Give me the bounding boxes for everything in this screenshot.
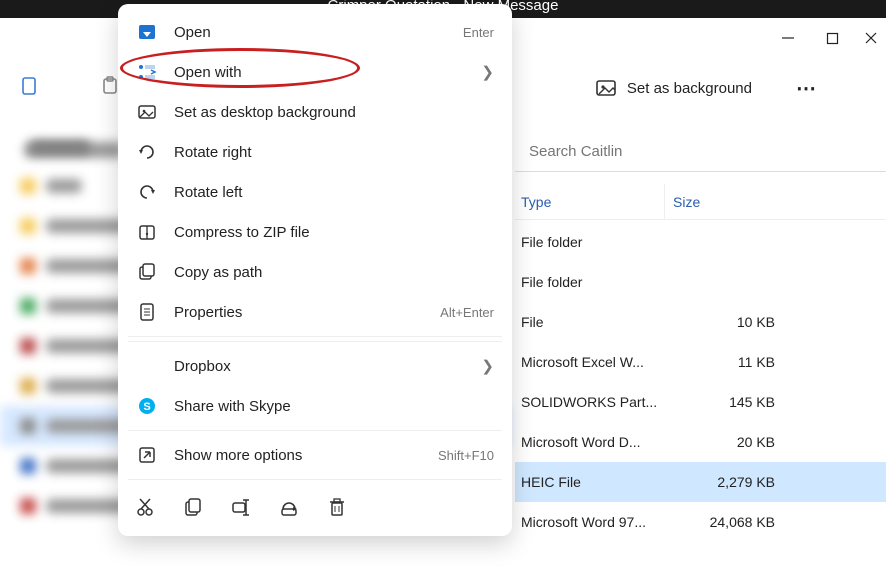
- rename-icon[interactable]: [230, 496, 252, 518]
- window-controls: [766, 22, 886, 54]
- file-row[interactable]: Microsoft Word 97...24,068 KB: [515, 502, 886, 542]
- context-menu: OpenEnterOpen with❯Set as desktop backgr…: [118, 4, 512, 536]
- more-icon: ⋯: [796, 76, 816, 101]
- maximize-button[interactable]: [819, 24, 847, 52]
- copypath-icon: [136, 261, 158, 283]
- column-size[interactable]: Size: [665, 184, 785, 219]
- file-size-cell: 11 KB: [671, 354, 791, 370]
- rot-r-icon: [136, 141, 158, 163]
- file-row[interactable]: HEIC File2,279 KB: [515, 462, 886, 502]
- props-icon: [136, 301, 158, 323]
- set-as-background-label: Set as background: [627, 80, 752, 97]
- file-size-cell: 10 KB: [671, 314, 791, 330]
- ctx-open[interactable]: OpenEnter: [118, 12, 512, 52]
- file-size-cell: 20 KB: [671, 434, 791, 450]
- cut-icon[interactable]: [134, 496, 156, 518]
- ctx-label: Rotate right: [174, 144, 494, 161]
- ctx-more[interactable]: Show more optionsShift+F10: [118, 435, 512, 475]
- delete-icon[interactable]: [326, 496, 348, 518]
- rot-l-icon: [136, 181, 158, 203]
- file-type-cell: Microsoft Excel W...: [521, 354, 671, 370]
- skype-icon: S: [136, 395, 158, 417]
- zip-icon: [136, 221, 158, 243]
- ctx-rot-l[interactable]: Rotate left: [118, 172, 512, 212]
- file-type-cell: File folder: [521, 234, 671, 250]
- file-rows: File folderFile folderFile10 KBMicrosoft…: [515, 222, 886, 542]
- file-row[interactable]: File folder: [515, 222, 886, 262]
- more-icon: [136, 444, 158, 466]
- set-bg-icon: [136, 101, 158, 123]
- column-type[interactable]: Type: [515, 184, 665, 219]
- minimize-button[interactable]: [774, 24, 802, 52]
- file-size-cell: 145 KB: [671, 394, 791, 410]
- file-size-cell: 24,068 KB: [671, 514, 791, 530]
- ctx-label: Show more options: [174, 447, 438, 464]
- ctx-label: Set as desktop background: [174, 104, 494, 121]
- set-as-background-button[interactable]: Set as background: [581, 68, 766, 108]
- search-input[interactable]: [529, 143, 886, 160]
- ctx-accel: Enter: [463, 25, 494, 40]
- file-type-cell: Microsoft Word D...: [521, 434, 671, 450]
- open-icon: [136, 21, 158, 43]
- file-row[interactable]: Microsoft Excel W...11 KB: [515, 342, 886, 382]
- file-type-cell: HEIC File: [521, 474, 671, 490]
- ctx-skype[interactable]: S Share with Skype: [118, 386, 512, 426]
- picture-icon: [595, 77, 617, 99]
- ctx-label: Open: [174, 24, 463, 41]
- share-icon[interactable]: [278, 496, 300, 518]
- search-bar[interactable]: [515, 132, 886, 172]
- ctx-label: Dropbox: [174, 358, 481, 375]
- ctx-label: Copy as path: [174, 264, 494, 281]
- file-row[interactable]: File folder: [515, 262, 886, 302]
- ctx-label: Share with Skype: [174, 398, 494, 415]
- file-type-cell: File folder: [521, 274, 671, 290]
- close-button[interactable]: [864, 24, 878, 52]
- chevron-right-icon: ❯: [481, 63, 494, 81]
- ctx-set-bg[interactable]: Set as desktop background: [118, 92, 512, 132]
- ctx-label: Compress to ZIP file: [174, 224, 494, 241]
- ctx-label: Properties: [174, 304, 440, 321]
- ctx-dropbox[interactable]: Dropbox❯: [118, 346, 512, 386]
- ctx-label: Rotate left: [174, 184, 494, 201]
- ctx-copypath[interactable]: Copy as path: [118, 252, 512, 292]
- ctx-rot-r[interactable]: Rotate right: [118, 132, 512, 172]
- svg-text:S: S: [143, 401, 150, 413]
- file-row[interactable]: SOLIDWORKS Part...145 KB: [515, 382, 886, 422]
- ctx-zip[interactable]: Compress to ZIP file: [118, 212, 512, 252]
- file-type-cell: SOLIDWORKS Part...: [521, 394, 671, 410]
- file-type-cell: Microsoft Word 97...: [521, 514, 671, 530]
- file-row[interactable]: Microsoft Word D...20 KB: [515, 422, 886, 462]
- ctx-accel: Shift+F10: [438, 448, 494, 463]
- ctx-open-with[interactable]: Open with❯: [118, 52, 512, 92]
- file-size-cell: 2,279 KB: [671, 474, 791, 490]
- open-with-icon: [136, 61, 158, 83]
- ctx-bottom-bar: [118, 484, 512, 530]
- file-row[interactable]: File10 KB: [515, 302, 886, 342]
- chevron-right-icon: ❯: [481, 357, 494, 375]
- device-icon[interactable]: [10, 66, 50, 106]
- ctx-accel: Alt+Enter: [440, 305, 494, 320]
- ctx-props[interactable]: PropertiesAlt+Enter: [118, 292, 512, 332]
- ctx-label: Open with: [174, 64, 481, 81]
- copy-icon[interactable]: [182, 496, 204, 518]
- file-type-cell: File: [521, 314, 671, 330]
- more-button[interactable]: ⋯: [786, 68, 826, 108]
- columns-header: Type Size: [515, 184, 886, 220]
